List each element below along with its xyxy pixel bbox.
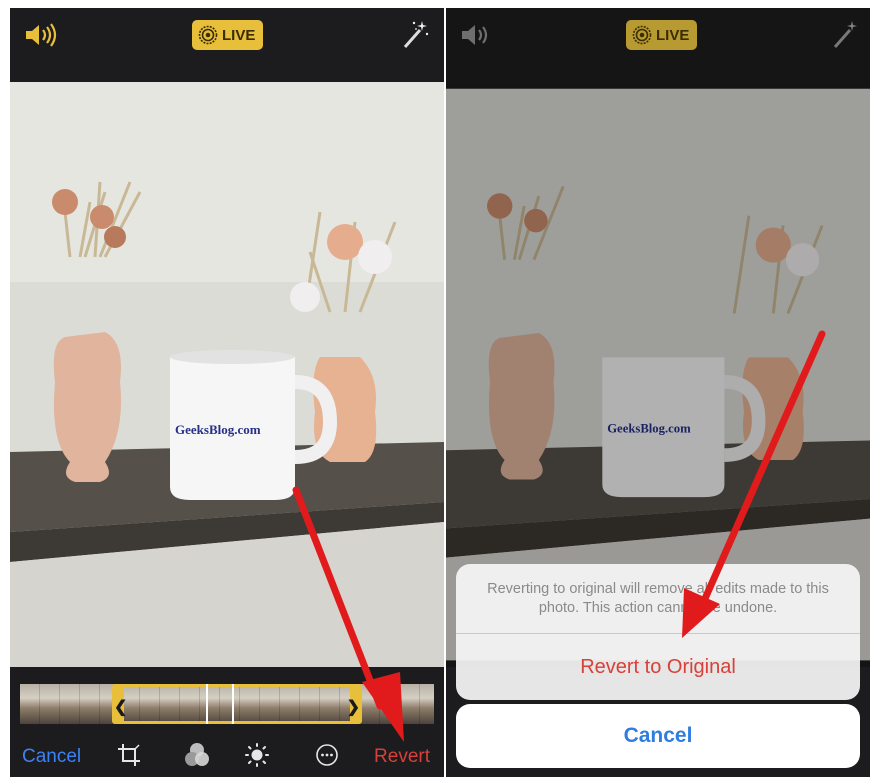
more-icon[interactable] [314,742,340,768]
photo-preview: GeeksBlog.com [10,82,444,667]
speaker-icon [462,25,488,45]
live-icon [198,25,218,45]
live-label: LIVE [656,26,690,44]
live-label: LIVE [222,26,256,44]
live-photo-frame-strip[interactable]: ❮ ❯ [20,684,434,724]
adjust-icon[interactable] [244,742,270,768]
live-badge: LIVE [626,20,698,50]
revert-confirmation-screen: LIVE GeeksBlog.com Reverting to original… [446,8,870,777]
trim-handle-frame[interactable]: ❮ ❯ [112,684,362,724]
top-bar: LIVE [10,8,444,82]
cancel-button[interactable]: Cancel [456,704,860,768]
trim-right-handle-icon[interactable]: ❯ [347,697,360,717]
live-toggle-button[interactable]: LIVE [192,20,264,50]
edit-toolbar: Cancel Revert [10,738,444,772]
revert-to-original-button[interactable]: Revert to Original [456,634,860,700]
live-icon [632,25,652,45]
trim-left-handle-icon[interactable]: ❮ [114,697,127,717]
magic-wand-icon [833,21,857,48]
revert-action-sheet: Reverting to original will remove all ed… [456,564,860,700]
revert-warning-message: Reverting to original will remove all ed… [456,564,860,634]
filters-icon[interactable] [184,742,210,768]
revert-button[interactable]: Revert [374,746,430,768]
crop-icon[interactable] [116,742,142,768]
photo-image: GeeksBlog.com [10,82,444,667]
edit-screen: LIVE GeeksBlog.com ❮ ❯ Cancel Revert [10,8,444,777]
cancel-button[interactable]: Cancel [22,746,81,768]
speaker-icon[interactable] [24,22,64,48]
magic-wand-icon[interactable] [400,18,430,50]
mug-watermark: GeeksBlog.com [175,422,261,437]
top-bar: LIVE [446,8,870,82]
key-photo-selector[interactable] [206,684,234,724]
screenshot-composite: LIVE GeeksBlog.com ❮ ❯ Cancel Revert LIV… [0,0,870,777]
